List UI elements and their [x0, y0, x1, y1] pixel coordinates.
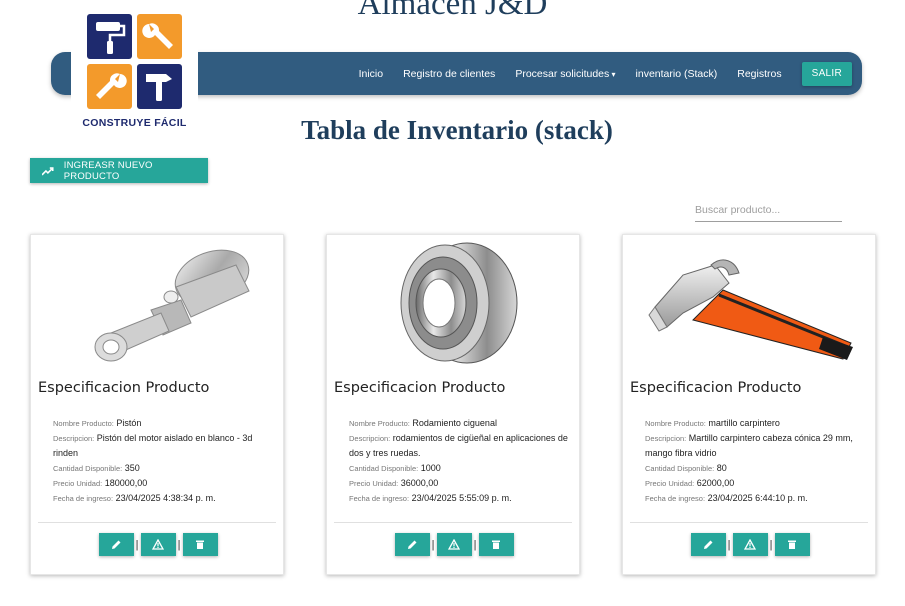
- card-details: Nombre Producto: Pistón Descripcion: Pis…: [53, 416, 275, 506]
- date-label: Fecha de ingreso:: [53, 494, 114, 503]
- trash-icon: [196, 540, 204, 549]
- quantity-label: Cantidad Disponible:: [53, 464, 123, 473]
- logo-grid: [87, 14, 182, 109]
- nav-links: Inicio Registro de clientes Procesar sol…: [359, 52, 862, 95]
- product-name: martillo carpintero: [708, 418, 780, 428]
- action-separator: |: [177, 538, 181, 551]
- trending-up-icon: [42, 166, 54, 175]
- edit-button[interactable]: [394, 533, 430, 556]
- action-separator: |: [727, 538, 731, 551]
- wrench-icon: [87, 64, 132, 109]
- pencil-icon: [111, 540, 120, 549]
- product-card: Especificacion Producto Nombre Producto:…: [326, 234, 580, 575]
- product-price: 180000,00: [104, 478, 148, 488]
- product-name: Pistón: [116, 418, 142, 428]
- warning-button[interactable]: [140, 533, 176, 556]
- bearing-image: [400, 242, 518, 364]
- product-quantity: 80: [716, 463, 727, 473]
- product-date: 23/04/2025 4:38:34 p. m.: [115, 493, 216, 503]
- pencil-icon: [407, 540, 416, 549]
- card-divider: [630, 522, 868, 523]
- piston-image: [94, 249, 250, 362]
- card-title: Especificacion Producto: [334, 380, 506, 396]
- card-divider: [334, 522, 572, 523]
- edit-button[interactable]: [98, 533, 134, 556]
- date-label: Fecha de ingreso:: [349, 494, 410, 503]
- price-label: Precio Unidad:: [349, 479, 399, 488]
- nav-item-inicio[interactable]: Inicio: [359, 68, 384, 80]
- nav-item-procesar-solicitudes[interactable]: Procesar solicitudes: [515, 68, 615, 80]
- name-label: Nombre Producto:: [349, 419, 410, 428]
- add-product-button[interactable]: INGREASR NUEVO PRODUCTO: [30, 158, 208, 183]
- card-title: Especificacion Producto: [38, 380, 210, 396]
- card-details: Nombre Producto: martillo carpintero Des…: [645, 416, 867, 506]
- description-label: Descripcion:: [645, 434, 687, 443]
- page-title: Tabla de Inventario (stack): [301, 115, 613, 145]
- hammer-icon: [137, 64, 182, 109]
- logout-button[interactable]: SALIR: [801, 61, 852, 86]
- price-label: Precio Unidad:: [53, 479, 103, 488]
- product-card: Especificacion Producto Nombre Producto:…: [30, 234, 284, 575]
- description-label: Descripcion:: [349, 434, 391, 443]
- delete-button[interactable]: [478, 533, 514, 556]
- nav-item-inventario[interactable]: inventario (Stack): [636, 68, 718, 80]
- trash-icon: [492, 540, 500, 549]
- product-name: Rodamiento ciguenal: [412, 418, 497, 428]
- name-label: Nombre Producto:: [645, 419, 706, 428]
- product-date: 23/04/2025 5:55:09 p. m.: [411, 493, 512, 503]
- warning-button[interactable]: [436, 533, 472, 556]
- nav-item-registros[interactable]: Registros: [737, 68, 781, 80]
- card-title: Especificacion Producto: [630, 380, 802, 396]
- date-label: Fecha de ingreso:: [645, 494, 706, 503]
- card-divider: [38, 522, 276, 523]
- delete-button[interactable]: [182, 533, 218, 556]
- description-label: Descripcion:: [53, 434, 95, 443]
- action-separator: |: [431, 538, 435, 551]
- price-label: Precio Unidad:: [645, 479, 695, 488]
- name-label: Nombre Producto:: [53, 419, 114, 428]
- add-product-label: INGREASR NUEVO PRODUCTO: [63, 159, 153, 182]
- card-details: Nombre Producto: Rodamiento ciguenal Des…: [349, 416, 571, 506]
- product-price: 36000,00: [400, 478, 439, 488]
- card-actions: | |: [31, 533, 285, 556]
- quantity-label: Cantidad Disponible:: [349, 464, 419, 473]
- card-actions: | |: [327, 533, 581, 556]
- edit-button[interactable]: [690, 533, 726, 556]
- product-quantity: 1000: [420, 463, 441, 473]
- action-separator: |: [135, 538, 139, 551]
- wrench-icon: [137, 14, 182, 59]
- pencil-icon: [703, 540, 712, 549]
- warning-button[interactable]: [732, 533, 768, 556]
- trash-icon: [788, 540, 796, 549]
- delete-button[interactable]: [774, 533, 810, 556]
- quantity-label: Cantidad Disponible:: [645, 464, 715, 473]
- nav-item-registro-clientes[interactable]: Registro de clientes: [403, 68, 495, 80]
- product-date: 23/04/2025 6:44:10 p. m.: [707, 493, 808, 503]
- warning-icon: [744, 539, 756, 550]
- action-separator: |: [473, 538, 477, 551]
- search-input[interactable]: [695, 199, 842, 222]
- action-separator: |: [769, 538, 773, 551]
- hammer-image: [648, 259, 853, 360]
- product-card: Especificacion Producto Nombre Producto:…: [622, 234, 876, 575]
- warning-icon: [448, 539, 460, 550]
- warning-icon: [152, 539, 164, 550]
- card-actions: | |: [623, 533, 877, 556]
- paint-roller-icon: [87, 14, 132, 59]
- product-price: 62000,00: [696, 478, 735, 488]
- product-quantity: 350: [124, 463, 140, 473]
